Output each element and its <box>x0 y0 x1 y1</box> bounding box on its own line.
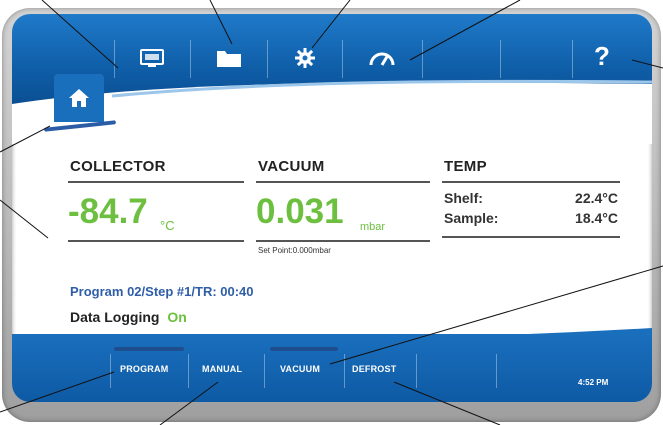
tab-divider <box>264 354 265 388</box>
tab-home[interactable] <box>54 74 104 122</box>
tab-files[interactable] <box>200 36 258 80</box>
tab-divider <box>342 40 343 78</box>
tab-vacuum[interactable]: VACUUM <box>280 364 320 374</box>
touch-screen: ? COLLECTOR -84.7 °C VACUUM 0.031 mbar S… <box>12 14 652 402</box>
bottom-nav-bar <box>12 334 652 402</box>
tab-divider <box>416 354 417 388</box>
tab-program[interactable]: PROGRAM <box>120 364 168 374</box>
collector-bottom-rule <box>68 240 244 242</box>
vacuum-unit: mbar <box>360 221 386 233</box>
top-wave-decoration <box>12 79 652 144</box>
shelf-temp-value: 22.4°C <box>575 190 618 206</box>
tab-divider <box>267 40 268 78</box>
vacuum-set-point: Set Point:0.000mbar <box>258 246 331 255</box>
tab-divider <box>188 354 189 388</box>
tab-display[interactable] <box>124 36 180 80</box>
collector-top-rule <box>68 181 244 183</box>
sample-temp-value: 18.4°C <box>575 210 618 226</box>
tab-divider <box>344 354 345 388</box>
collector-value: -84.7 <box>68 192 148 231</box>
clock-time: 4:52 PM <box>578 378 609 387</box>
program-status: Program 02/Step #1/TR: 00:40 <box>70 284 254 299</box>
vacuum-value: 0.031 <box>256 192 344 231</box>
collector-unit: °C <box>160 218 175 233</box>
tab-divider <box>496 354 497 388</box>
vacuum-indicator <box>270 347 338 351</box>
sample-temp-label: Sample: <box>444 210 499 226</box>
tab-defrost[interactable]: DEFROST <box>352 364 396 374</box>
tab-divider <box>572 40 573 78</box>
vacuum-label: VACUUM <box>258 158 325 175</box>
home-icon <box>69 89 89 107</box>
gauge-icon <box>369 52 395 66</box>
temp-label: TEMP <box>444 158 487 175</box>
folder-icon <box>217 51 241 67</box>
temp-top-rule <box>442 181 620 183</box>
program-indicator <box>114 347 184 351</box>
help-button[interactable]: ? <box>582 34 622 78</box>
temp-bottom-rule <box>442 236 620 238</box>
display-icon <box>140 49 164 67</box>
vacuum-bottom-rule <box>256 240 430 242</box>
help-icon: ? <box>594 40 610 71</box>
tab-gauge[interactable] <box>352 36 412 80</box>
tab-divider <box>422 40 423 78</box>
tab-divider <box>500 40 501 78</box>
tab-divider <box>114 40 115 78</box>
gear-icon <box>295 48 315 68</box>
vacuum-top-rule <box>256 181 430 183</box>
tab-divider <box>190 40 191 78</box>
tab-settings[interactable] <box>276 36 334 80</box>
collector-label: COLLECTOR <box>70 158 166 175</box>
tab-divider <box>110 354 111 388</box>
shelf-temp-label: Shelf: <box>444 190 483 206</box>
tab-manual[interactable]: MANUAL <box>202 364 242 374</box>
